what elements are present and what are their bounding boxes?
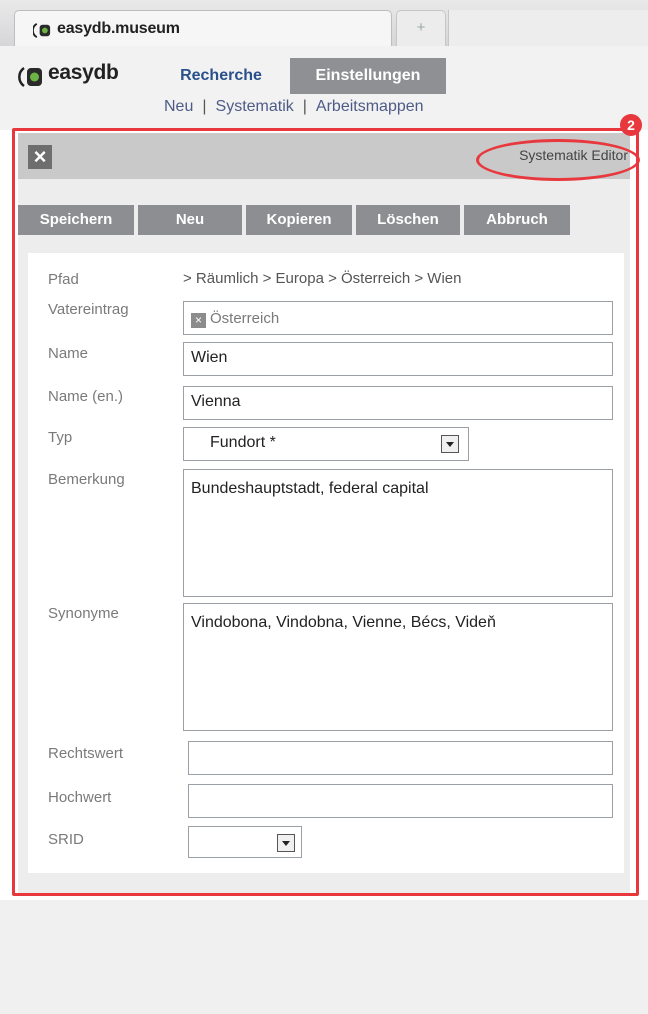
logo-text: easydb [48, 61, 119, 84]
callout-badge: 2 [620, 114, 642, 136]
subnav: Neu | Systematik | Arbeitsmappen [164, 98, 424, 116]
empty-area [0, 900, 648, 1014]
name-field[interactable]: Wien [183, 342, 613, 376]
new-button[interactable]: Neu [138, 205, 242, 235]
remove-parent-icon[interactable]: × [191, 313, 206, 328]
subnav-separator: | [202, 98, 207, 115]
name-en-field[interactable]: Vienna [183, 386, 613, 420]
tab-recherche[interactable]: Recherche [156, 58, 286, 94]
editor-form: Pfad > Räumlich > Europa > Österreich > … [28, 253, 624, 873]
vatereintrag-value: Österreich [210, 310, 280, 327]
typ-label: Typ [48, 429, 73, 446]
subnav-arbeitsmappen[interactable]: Arbeitsmappen [316, 98, 424, 115]
chevron-down-icon[interactable] [277, 834, 295, 852]
srid-label: SRID [48, 831, 84, 848]
close-button[interactable]: × [28, 145, 52, 169]
easydb-logo-icon [18, 66, 42, 88]
pfad-label: Pfad [48, 271, 79, 288]
srid-select[interactable] [188, 826, 302, 858]
name-label: Name [48, 345, 89, 362]
chevron-down-icon[interactable] [441, 435, 459, 453]
copy-button[interactable]: Kopieren [246, 205, 352, 235]
toolbar: Speichern Neu Kopieren Löschen Abbruch [18, 205, 630, 235]
vatereintrag-label: Vatereintrag [48, 301, 129, 318]
name-en-label: Name (en.) [48, 388, 124, 405]
vatereintrag-chip: × Österreich [191, 310, 279, 328]
pfad-value: > Räumlich > Europa > Österreich > Wien [183, 270, 462, 287]
subnav-systematik[interactable]: Systematik [216, 98, 294, 115]
hochwert-field[interactable] [188, 784, 613, 818]
bemerkung-textarea[interactable]: Bundeshauptstadt, federal capital [183, 469, 613, 597]
rechtswert-label: Rechtswert [48, 745, 124, 762]
tabstrip-empty [448, 10, 648, 46]
synonyme-label: Synonyme [48, 605, 119, 622]
synonyme-value: Vindobona, Vindobna, Vienne, Bécs, Videň [191, 614, 496, 631]
save-button[interactable]: Speichern [18, 205, 134, 235]
name-en-value: Vienna [191, 393, 241, 410]
typ-select[interactable]: Fundort * [183, 427, 469, 461]
bemerkung-label: Bemerkung [48, 471, 125, 488]
bemerkung-value: Bundeshauptstadt, federal capital [191, 480, 429, 497]
delete-button[interactable]: Löschen [356, 205, 460, 235]
typ-value: Fundort * [210, 434, 276, 451]
rechtswert-field[interactable] [188, 741, 613, 775]
browser-tabstrip: easydb.museum + [0, 0, 648, 46]
panel-header: × Systematik Editor [18, 133, 630, 179]
tab-einstellungen[interactable]: Einstellungen [290, 58, 446, 94]
vatereintrag-field[interactable]: × Österreich [183, 301, 613, 335]
synonyme-textarea[interactable]: Vindobona, Vindobna, Vienne, Bécs, Videň [183, 603, 613, 731]
editor-title: Systematik Editor [519, 147, 628, 163]
browser-tab-title: easydb.museum [57, 20, 180, 37]
subnav-neu[interactable]: Neu [164, 98, 193, 115]
browser-tab[interactable]: easydb.museum [14, 10, 392, 46]
easydb-favicon-icon [33, 23, 51, 38]
systematik-editor-panel: × Systematik Editor Speichern Neu Kopier… [18, 133, 630, 893]
app-header: easydb Recherche Einstellungen Neu | Syste… [0, 46, 648, 130]
name-value: Wien [191, 349, 228, 366]
cancel-button[interactable]: Abbruch [464, 205, 570, 235]
hochwert-label: Hochwert [48, 789, 112, 806]
new-tab-button[interactable]: + [396, 10, 446, 46]
subnav-separator: | [302, 98, 307, 115]
app-logo[interactable]: easydb [18, 60, 152, 92]
